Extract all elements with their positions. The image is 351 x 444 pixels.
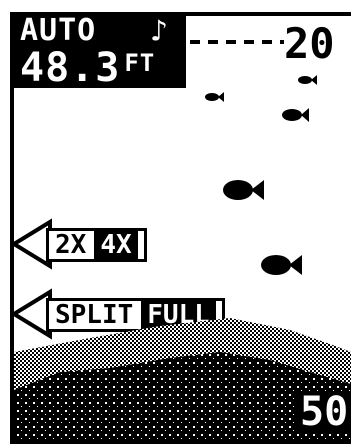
range-bottom-label: 50	[296, 392, 351, 432]
bottom-contour	[14, 318, 351, 442]
sonar-screen: AUTO ♪ 48.3 FT 20 2X 4X SPLIT FULL 50	[0, 0, 351, 444]
